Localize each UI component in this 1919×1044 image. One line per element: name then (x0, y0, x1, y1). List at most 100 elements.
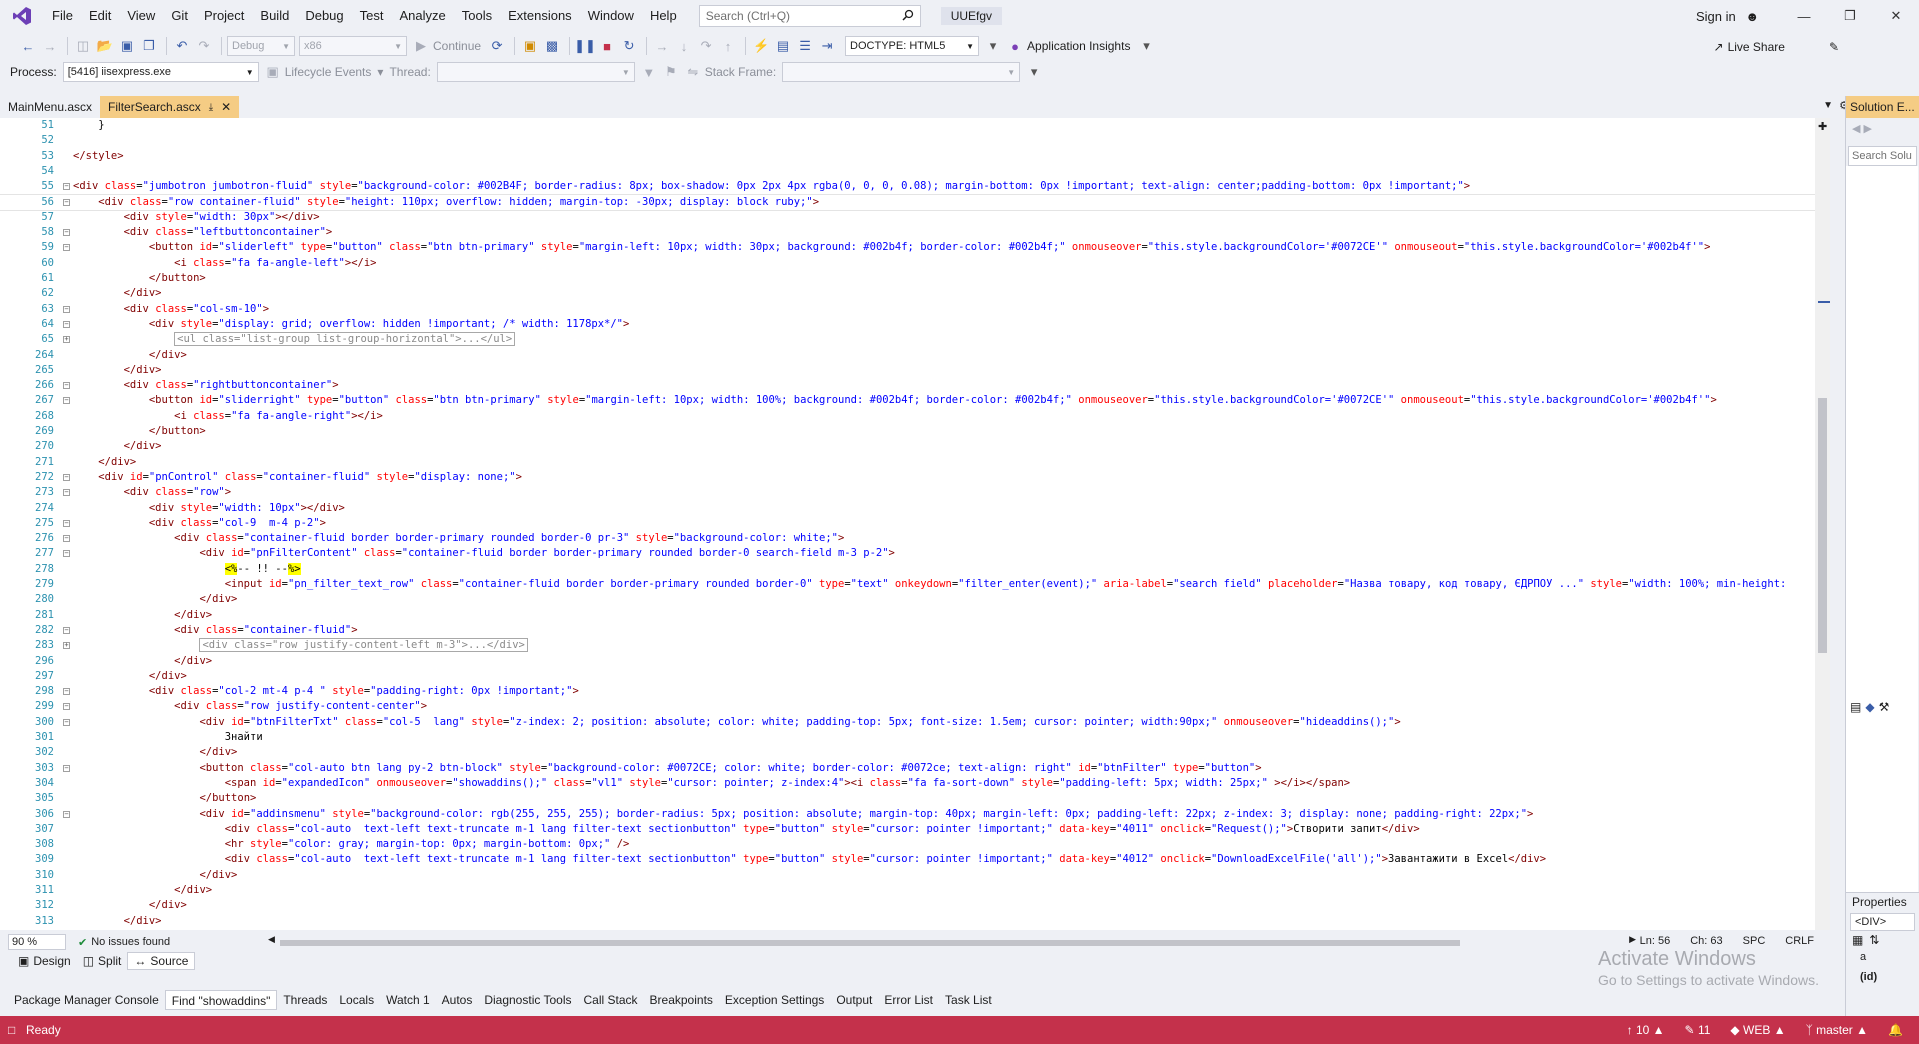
collapse-icon[interactable]: − (63, 397, 70, 405)
code-line[interactable]: 275 − <div class="col-9 m-4 p-2"> (0, 516, 1815, 531)
code-line[interactable]: 308 <hr style="color: gray; margin-top: … (0, 837, 1815, 852)
collapse-icon[interactable]: − (63, 489, 70, 497)
code-line[interactable]: 58 − <div class="leftbuttoncontainer"> (0, 225, 1815, 240)
tool-tab-breakpoints[interactable]: Breakpoints (644, 990, 719, 1010)
tool-tab-error-list[interactable]: Error List (878, 990, 939, 1010)
code-line[interactable]: 55 − <div class="jumbotron jumbotron-fluid… (0, 179, 1815, 194)
collapse-icon[interactable]: − (63, 688, 70, 696)
tool-tab-find-showaddins[interactable]: Find "showaddins" (164, 990, 278, 1010)
collapse-icon[interactable]: − (63, 244, 70, 252)
code-line[interactable]: 62 </div> (0, 286, 1815, 301)
tool-tab-task-list[interactable]: Task List (939, 990, 998, 1010)
code-line[interactable]: 53 </style> (0, 149, 1815, 164)
collapse-icon[interactable]: − (63, 305, 70, 313)
code-line[interactable]: 274 <div style="width: 10px"></div> (0, 501, 1815, 516)
code-line[interactable]: 276 − <div class="container-fluid border … (0, 531, 1815, 546)
code-line[interactable]: 301 Знайти (0, 730, 1815, 745)
code-line[interactable]: 297 </div> (0, 669, 1815, 684)
nav-back-icon[interactable]: ◀ ▶ (1852, 122, 1872, 135)
restart-icon[interactable]: ↻ (619, 36, 639, 56)
horizontal-scrollbar[interactable]: ◀ ▶ (268, 934, 1636, 947)
menu-project[interactable]: Project (196, 0, 252, 32)
code-line[interactable]: 266 − <div class="rightbuttoncontainer"> (0, 378, 1815, 393)
screenshot-icon[interactable]: ▩ (542, 36, 562, 56)
pin-icon[interactable]: ⤓ (209, 102, 213, 113)
code-line[interactable]: 63 − <div class="col-sm-10"> (0, 302, 1815, 317)
menu-git[interactable]: Git (163, 0, 196, 32)
scroll-right-icon[interactable]: ▶ (1629, 934, 1636, 945)
vertical-scrollbar-thumb[interactable] (1818, 398, 1827, 653)
indent-icon[interactable]: ⇥ (817, 36, 837, 56)
solution-search-input[interactable]: Search Solu (1848, 146, 1917, 166)
code-line[interactable]: 307 <div class="col-auto text-left text-… (0, 822, 1815, 837)
collapse-icon[interactable]: − (63, 535, 70, 543)
refresh-icon[interactable]: ⟳ (487, 36, 507, 56)
sync-icon[interactable]: ▤ (1850, 700, 1861, 714)
collapse-icon[interactable]: − (63, 229, 70, 237)
collapse-icon[interactable]: − (63, 183, 70, 191)
code-line[interactable]: 277 − <div id="pnFilterContent" class="co… (0, 546, 1815, 561)
menu-tools[interactable]: Tools (454, 0, 500, 32)
repo-selector[interactable]: ◆ WEB ▲ (1730, 1023, 1785, 1037)
changes-count[interactable]: ✎ 11 (1685, 1023, 1711, 1037)
threads-icon[interactable]: ⇋ (683, 62, 703, 82)
code-line[interactable]: 60 <i class="fa fa-angle-left"></i> (0, 256, 1815, 271)
line-number[interactable]: Ln: 56 (1640, 935, 1671, 947)
code-line[interactable]: 283 + <div class="row justify-content-lef… (0, 638, 1815, 653)
code-line[interactable]: 267 − <button id="sliderright" type="butt… (0, 393, 1815, 408)
menu-view[interactable]: View (119, 0, 163, 32)
collapse-icon[interactable]: − (63, 626, 70, 634)
tool-tab-watch-1[interactable]: Watch 1 (380, 990, 436, 1010)
code-line[interactable]: 280 </div> (0, 592, 1815, 607)
collapse-icon[interactable]: − (63, 703, 70, 711)
code-line[interactable]: 64 − <div style="display: grid; overflow:… (0, 317, 1815, 332)
code-line[interactable]: 272 − <div id="pnControl" class="containe… (0, 470, 1815, 485)
issues-indicator[interactable]: ✔ No issues found (78, 936, 170, 949)
properties-title[interactable]: Properties (1846, 893, 1919, 911)
stop-icon[interactable]: ■ (597, 36, 617, 56)
live-share-button[interactable]: ↗ Live Share ✎ (1714, 40, 1840, 54)
tool-tab-locals[interactable]: Locals (333, 990, 380, 1010)
properties-object-select[interactable]: <DIV> (1850, 913, 1915, 931)
menu-build[interactable]: Build (252, 0, 297, 32)
push-count[interactable]: ↑ 10 ▲ (1627, 1023, 1665, 1037)
close-tab-icon[interactable]: ✕ (221, 100, 231, 114)
code-line[interactable]: 310 </div> (0, 868, 1815, 883)
tab-mainmenu[interactable]: MainMenu.ascx (0, 96, 100, 118)
step-next-icon[interactable]: → (652, 36, 672, 56)
code-line[interactable]: 300 − <div id="btnFilterTxt" class="col-5… (0, 715, 1815, 730)
code-line[interactable]: 304 <span id="expandedIcon" onmouseover=… (0, 776, 1815, 791)
lightbulb-icon[interactable]: ● (1005, 36, 1025, 56)
menu-edit[interactable]: Edit (81, 0, 119, 32)
zoom-select[interactable]: 90 % (8, 934, 66, 950)
code-line[interactable]: 56 − <div class="row container-fluid" sty… (0, 193, 1816, 211)
chevron-down-icon[interactable]: ▾ (377, 65, 383, 79)
step-over-icon[interactable]: ↷ (696, 36, 716, 56)
tool-tab-diagnostic-tools[interactable]: Diagnostic Tools (478, 990, 577, 1010)
lifecycle-icon[interactable]: ▣ (263, 62, 283, 82)
git-icon[interactable]: ◆ (1865, 700, 1874, 714)
toolbar-overflow-icon[interactable]: ▾ (1024, 62, 1044, 82)
minimize-icon[interactable]: — (1781, 0, 1827, 32)
collapse-icon[interactable]: − (63, 473, 70, 481)
tool-tab-output[interactable]: Output (830, 990, 878, 1010)
code-line[interactable]: 305 </button> (0, 791, 1815, 806)
tab-split[interactable]: ◫ Split (77, 952, 128, 970)
code-line[interactable]: 57 <div style="width: 30px"></div> (0, 210, 1815, 225)
code-line[interactable]: 313 </div> (0, 914, 1815, 929)
tool-tab-threads[interactable]: Threads (277, 990, 333, 1010)
code-line[interactable]: 270 </div> (0, 439, 1815, 454)
search-input[interactable]: Search (Ctrl+Q) (698, 5, 921, 27)
collapse-icon[interactable]: − (63, 198, 70, 206)
collapse-icon[interactable]: − (63, 550, 70, 558)
code-line[interactable]: 273 − <div class="row"> (0, 485, 1815, 500)
config-select[interactable]: Debug ▼ (227, 36, 295, 56)
split-window-icon[interactable]: ✚ (1818, 120, 1827, 133)
browser-link-icon[interactable]: ▣ (520, 36, 540, 56)
hot-reload-icon[interactable]: ⚡ (751, 36, 771, 56)
process-select[interactable]: [5416] iisexpress.exe ▼ (62, 62, 259, 82)
menu-extensions[interactable]: Extensions (500, 0, 580, 32)
menu-help[interactable]: Help (642, 0, 685, 32)
solution-explorer-title[interactable]: Solution E... (1846, 96, 1919, 118)
alphabetical-icon[interactable]: ⇅ (1869, 933, 1879, 947)
